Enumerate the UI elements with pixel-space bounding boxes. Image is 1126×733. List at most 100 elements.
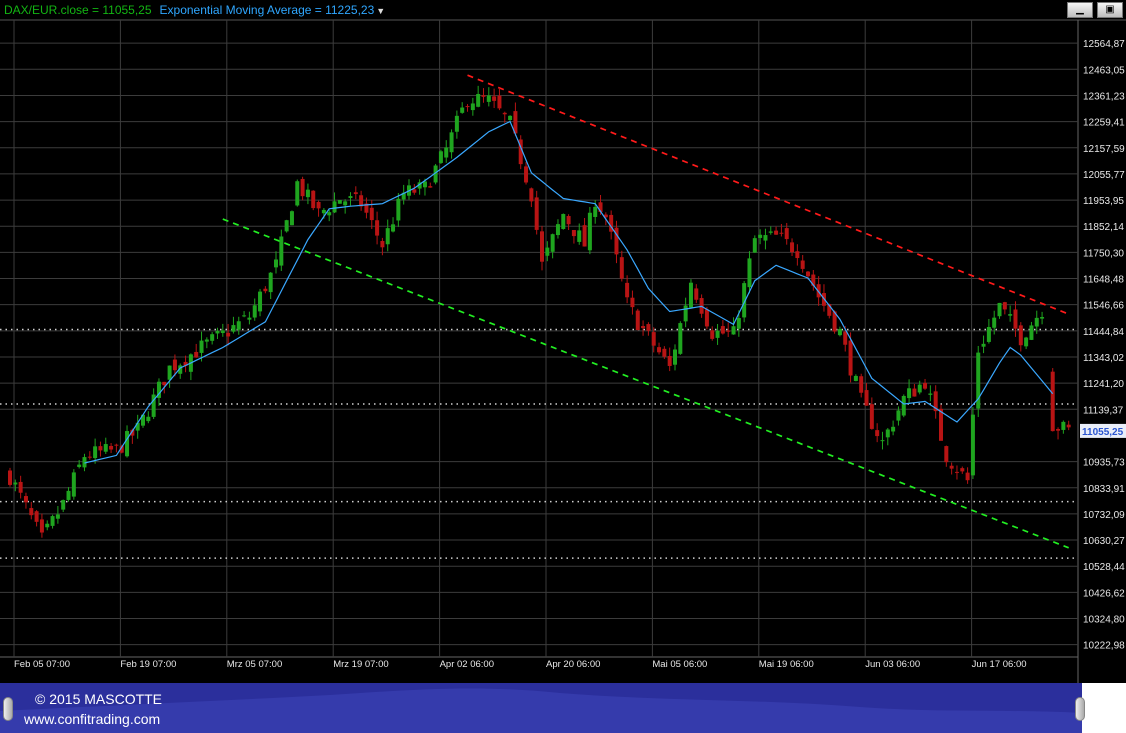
candle-body bbox=[1029, 325, 1034, 340]
candle-body bbox=[550, 234, 555, 252]
candle-body bbox=[736, 318, 741, 329]
candle-body bbox=[662, 348, 667, 357]
candle-body bbox=[577, 230, 582, 242]
candle-body bbox=[215, 330, 220, 334]
candle-body bbox=[311, 190, 316, 209]
candle-body bbox=[220, 330, 225, 334]
y-tick-label: 10426,62 bbox=[1083, 588, 1125, 599]
candle-body bbox=[848, 340, 853, 376]
website-link[interactable]: www.confitrading.com bbox=[24, 711, 160, 727]
candle-body bbox=[790, 242, 795, 253]
y-tick-label: 10324,80 bbox=[1083, 615, 1125, 626]
candle-body bbox=[843, 331, 848, 345]
y-tick-label: 11852,14 bbox=[1083, 222, 1124, 233]
candle-body bbox=[923, 382, 928, 389]
candle-body bbox=[348, 196, 353, 198]
y-tick-label: 11953,95 bbox=[1083, 196, 1124, 207]
candle-body bbox=[476, 94, 481, 107]
minimize-icon[interactable]: ▁ bbox=[1067, 2, 1093, 18]
candle-body bbox=[768, 231, 773, 233]
candle-body bbox=[337, 200, 342, 204]
y-tick-label: 11750,30 bbox=[1083, 248, 1124, 259]
candle-body bbox=[305, 189, 310, 198]
y-tick-label: 12463,05 bbox=[1083, 65, 1125, 76]
x-tick-label: Apr 02 06:00 bbox=[440, 659, 494, 670]
candle-body bbox=[896, 410, 901, 421]
y-tick-label: 12564,87 bbox=[1083, 39, 1125, 50]
current-price-label: 11055,25 bbox=[1082, 427, 1124, 438]
footer-banner: © 2015 MASCOTTE www.confitrading.com bbox=[0, 683, 1082, 733]
candle-body bbox=[470, 103, 475, 111]
candle-body bbox=[970, 414, 975, 476]
candle-body bbox=[449, 132, 454, 153]
y-tick-label: 11139,37 bbox=[1083, 405, 1124, 416]
footer-wave bbox=[0, 688, 1082, 733]
candle-body bbox=[18, 481, 23, 493]
footer-right-strip bbox=[1082, 683, 1126, 733]
candle-body bbox=[55, 514, 60, 519]
candle-body bbox=[1002, 302, 1007, 310]
y-tick-label: 10935,73 bbox=[1083, 458, 1125, 469]
candle-body bbox=[258, 291, 263, 312]
candle-body bbox=[853, 375, 858, 381]
candle-body bbox=[162, 381, 167, 386]
x-tick-label: Feb 05 07:00 bbox=[14, 659, 70, 670]
candle-body bbox=[87, 456, 92, 458]
candle-body bbox=[1056, 428, 1061, 431]
candle-body bbox=[763, 235, 768, 241]
candle-body bbox=[465, 106, 470, 108]
candle-body bbox=[710, 330, 715, 339]
candle-body bbox=[146, 416, 151, 422]
candle-body bbox=[731, 326, 736, 335]
scroll-handle-right[interactable] bbox=[1075, 697, 1085, 721]
candle-body bbox=[891, 426, 896, 432]
candle-body bbox=[566, 216, 571, 225]
candle-body bbox=[954, 471, 959, 473]
candle-body bbox=[61, 500, 66, 510]
candle-body bbox=[944, 446, 949, 463]
candle-body bbox=[694, 288, 699, 300]
candle-body bbox=[524, 166, 529, 183]
candle-body bbox=[29, 508, 34, 516]
candle-body bbox=[369, 207, 374, 221]
candle-body bbox=[657, 347, 662, 353]
candle-body bbox=[800, 260, 805, 269]
candle-body bbox=[646, 324, 651, 331]
candle-body bbox=[875, 430, 880, 437]
candle-body bbox=[992, 317, 997, 328]
candle-body bbox=[986, 327, 991, 342]
candle-body bbox=[247, 317, 252, 320]
candle-body bbox=[332, 201, 337, 213]
candle-body bbox=[252, 305, 257, 318]
candle-body bbox=[167, 365, 172, 380]
y-tick-label: 11444,84 bbox=[1083, 327, 1124, 338]
candle-body bbox=[555, 224, 560, 236]
candle-body bbox=[540, 231, 544, 262]
candle-body bbox=[98, 446, 103, 451]
scroll-handle-left[interactable] bbox=[3, 697, 13, 721]
x-tick-label: Mrz 19 07:00 bbox=[333, 659, 388, 670]
candle-body bbox=[720, 326, 725, 334]
candle-body bbox=[194, 351, 199, 358]
candle-body bbox=[582, 225, 587, 247]
candle-body bbox=[779, 232, 784, 234]
candle-body bbox=[1066, 424, 1071, 428]
candle-body bbox=[683, 305, 688, 322]
restore-icon[interactable]: ▣ bbox=[1097, 2, 1123, 18]
candle-body bbox=[353, 192, 358, 195]
candle-body bbox=[630, 297, 635, 308]
candle-body bbox=[949, 465, 954, 469]
candle-body bbox=[837, 329, 842, 336]
y-tick-label: 10732,09 bbox=[1083, 510, 1125, 521]
candle-body bbox=[460, 107, 465, 113]
ema-legend[interactable]: Exponential Moving Average = 11225,23 ▼ bbox=[160, 3, 386, 17]
candle-body bbox=[619, 257, 624, 279]
candle-body bbox=[545, 247, 550, 256]
candle-body bbox=[412, 189, 417, 193]
candle-body bbox=[289, 211, 294, 226]
x-tick-label: Apr 20 06:00 bbox=[546, 659, 600, 670]
y-tick-label: 12157,59 bbox=[1083, 144, 1125, 155]
candle-body bbox=[1034, 317, 1039, 327]
candle-body bbox=[1013, 309, 1018, 329]
y-tick-label: 11648,48 bbox=[1083, 275, 1124, 286]
